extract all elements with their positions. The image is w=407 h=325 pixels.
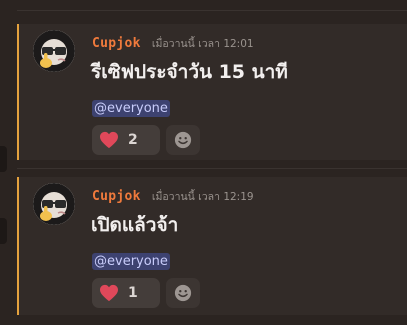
message-header: Cupjok เมื่อวานนี้ เวลา 12:01: [92, 32, 254, 52]
smiley-icon: [174, 284, 192, 302]
mention-everyone[interactable]: @everyone: [92, 100, 170, 117]
add-reaction-button[interactable]: [166, 125, 200, 155]
edge-notch: [0, 218, 7, 244]
message-content: รีเซิฟประจำวัน 15 นาที: [91, 61, 288, 83]
avatar[interactable]: [33, 183, 75, 225]
divider: [17, 10, 407, 11]
reaction-count: 2: [128, 132, 138, 148]
timestamp: เมื่อวานนี้ เวลา 12:19: [151, 191, 254, 203]
smiley-icon: [174, 131, 192, 149]
divider: [17, 168, 407, 169]
heart-icon: [100, 284, 118, 302]
avatar-image: [33, 30, 75, 72]
reaction-heart[interactable]: 1: [92, 278, 160, 308]
reaction-count: 1: [128, 285, 138, 301]
message-header: Cupjok เมื่อวานนี้ เวลา 12:19: [92, 185, 254, 205]
add-reaction-button[interactable]: [166, 278, 200, 308]
avatar-image: [33, 183, 75, 225]
chat-message[interactable]: Cupjok เมื่อวานนี้ เวลา 12:01 รีเซิฟประจ…: [17, 24, 407, 160]
username[interactable]: Cupjok: [92, 189, 141, 204]
reaction-heart[interactable]: 2: [92, 125, 160, 155]
message-content: เปิดแล้วจ้า: [91, 214, 179, 236]
edge-notch: [0, 146, 7, 172]
username[interactable]: Cupjok: [92, 36, 141, 51]
mention-everyone[interactable]: @everyone: [92, 253, 170, 270]
chat-message[interactable]: Cupjok เมื่อวานนี้ เวลา 12:19 เปิดแล้วจ้…: [17, 177, 407, 315]
heart-icon: [100, 131, 118, 149]
timestamp: เมื่อวานนี้ เวลา 12:01: [151, 38, 254, 50]
avatar[interactable]: [33, 30, 75, 72]
chat-area: Cupjok เมื่อวานนี้ เวลา 12:01 รีเซิฟประจ…: [0, 0, 407, 325]
